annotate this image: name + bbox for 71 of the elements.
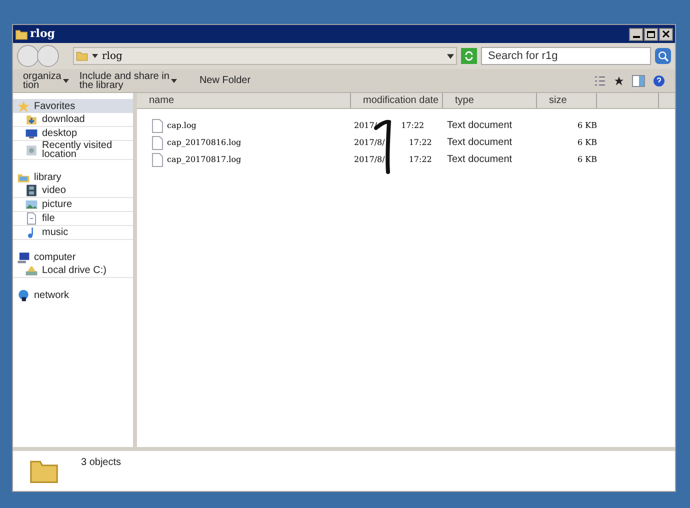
maximize-button[interactable] — [644, 28, 658, 40]
sidebar-item[interactable]: Recently visited location — [13, 141, 133, 160]
size-cell-text: 6 KB — [576, 120, 597, 132]
sidebar-item[interactable]: desktop — [13, 127, 133, 141]
sidebar-item[interactable]: file — [13, 212, 133, 226]
help-icon[interactable] — [653, 74, 665, 86]
time-cell: 17:22 — [408, 154, 432, 166]
time-cell: 17:22 — [401, 120, 424, 132]
file-name: cap_20170816.log — [167, 136, 242, 148]
column-header[interactable]: size — [537, 93, 597, 108]
sidebar-item[interactable]: network — [13, 288, 133, 302]
toolbar-button[interactable]: Include and share in the library — [79, 72, 178, 90]
caret-icon — [447, 54, 454, 58]
search-button[interactable] — [655, 48, 671, 64]
time-cell: 17:22 — [408, 136, 432, 148]
type-cell-text: Text document — [446, 119, 514, 133]
caret-icon — [92, 54, 98, 58]
caret-icon — [171, 78, 178, 82]
preview-pane-icon[interactable] — [632, 74, 645, 86]
window-title: rlog — [30, 26, 56, 42]
refresh-icon — [464, 51, 474, 61]
recent-icon — [25, 144, 38, 156]
date-cell: 2017/8/ — [354, 154, 385, 166]
document-icon — [25, 212, 38, 225]
close-icon — [662, 30, 670, 38]
sidebar-item[interactable]: Favorites — [13, 99, 133, 113]
file-row[interactable]: cap_20170816.log 2017/8/ 17:22 Text document 6 KB — [137, 134, 675, 151]
type-cell-text: Text document — [446, 153, 514, 167]
close-button[interactable] — [659, 28, 673, 40]
network-icon — [17, 288, 30, 302]
refresh-button[interactable] — [461, 48, 477, 64]
size-cell-text: 6 KB — [576, 154, 597, 166]
folder-icon — [15, 28, 28, 40]
sidebar-item[interactable]: Local drive C:) — [13, 264, 133, 278]
file-row[interactable]: cap_20170817.log 2017/8/ 17:22 Text document 6 KB — [137, 151, 675, 168]
sidebar-item[interactable]: music — [13, 226, 133, 240]
file-name: cap.log — [167, 120, 196, 132]
text-file-icon — [152, 118, 163, 132]
folder-icon — [25, 113, 38, 126]
star-icon[interactable] — [614, 76, 624, 86]
drive-icon — [25, 264, 38, 277]
column-header[interactable]: modification date — [351, 93, 443, 108]
column-header[interactable]: name — [137, 93, 351, 108]
status-text: 3 objects — [81, 456, 122, 470]
file-name: cap_20170817.log — [167, 154, 242, 166]
toolbar-button[interactable]: organiza tion — [23, 72, 70, 90]
search-icon — [658, 50, 668, 62]
address-bar[interactable]: rlog — [73, 47, 457, 65]
folder-icon — [76, 50, 88, 62]
text-file-icon — [152, 136, 163, 150]
text-file-icon — [152, 152, 163, 166]
sidebar-item[interactable]: video — [13, 184, 133, 198]
address-path: rlog — [102, 50, 122, 64]
monitor-icon — [25, 127, 38, 140]
type-cell-text: Text document — [446, 136, 514, 150]
sidebar-item[interactable]: library — [13, 170, 133, 184]
star-icon — [17, 100, 30, 112]
film-icon — [25, 184, 38, 197]
minimize-button[interactable] — [629, 28, 643, 40]
date-cell: 2017/8/ — [354, 136, 385, 148]
sidebar-item[interactable]: picture — [13, 198, 133, 212]
view-list-icon[interactable] — [594, 74, 606, 86]
image-icon — [25, 198, 38, 211]
column-header[interactable]: type — [443, 93, 537, 108]
sidebar-item[interactable]: download — [13, 113, 133, 127]
toolbar-button[interactable]: New Folder — [199, 76, 251, 85]
search-field[interactable]: Search for r1g — [481, 47, 651, 65]
caret-icon — [63, 78, 70, 82]
size-cell-text: 6 KB — [576, 136, 597, 148]
sidebar-item[interactable]: computer — [13, 250, 133, 264]
computer-icon — [17, 250, 30, 264]
